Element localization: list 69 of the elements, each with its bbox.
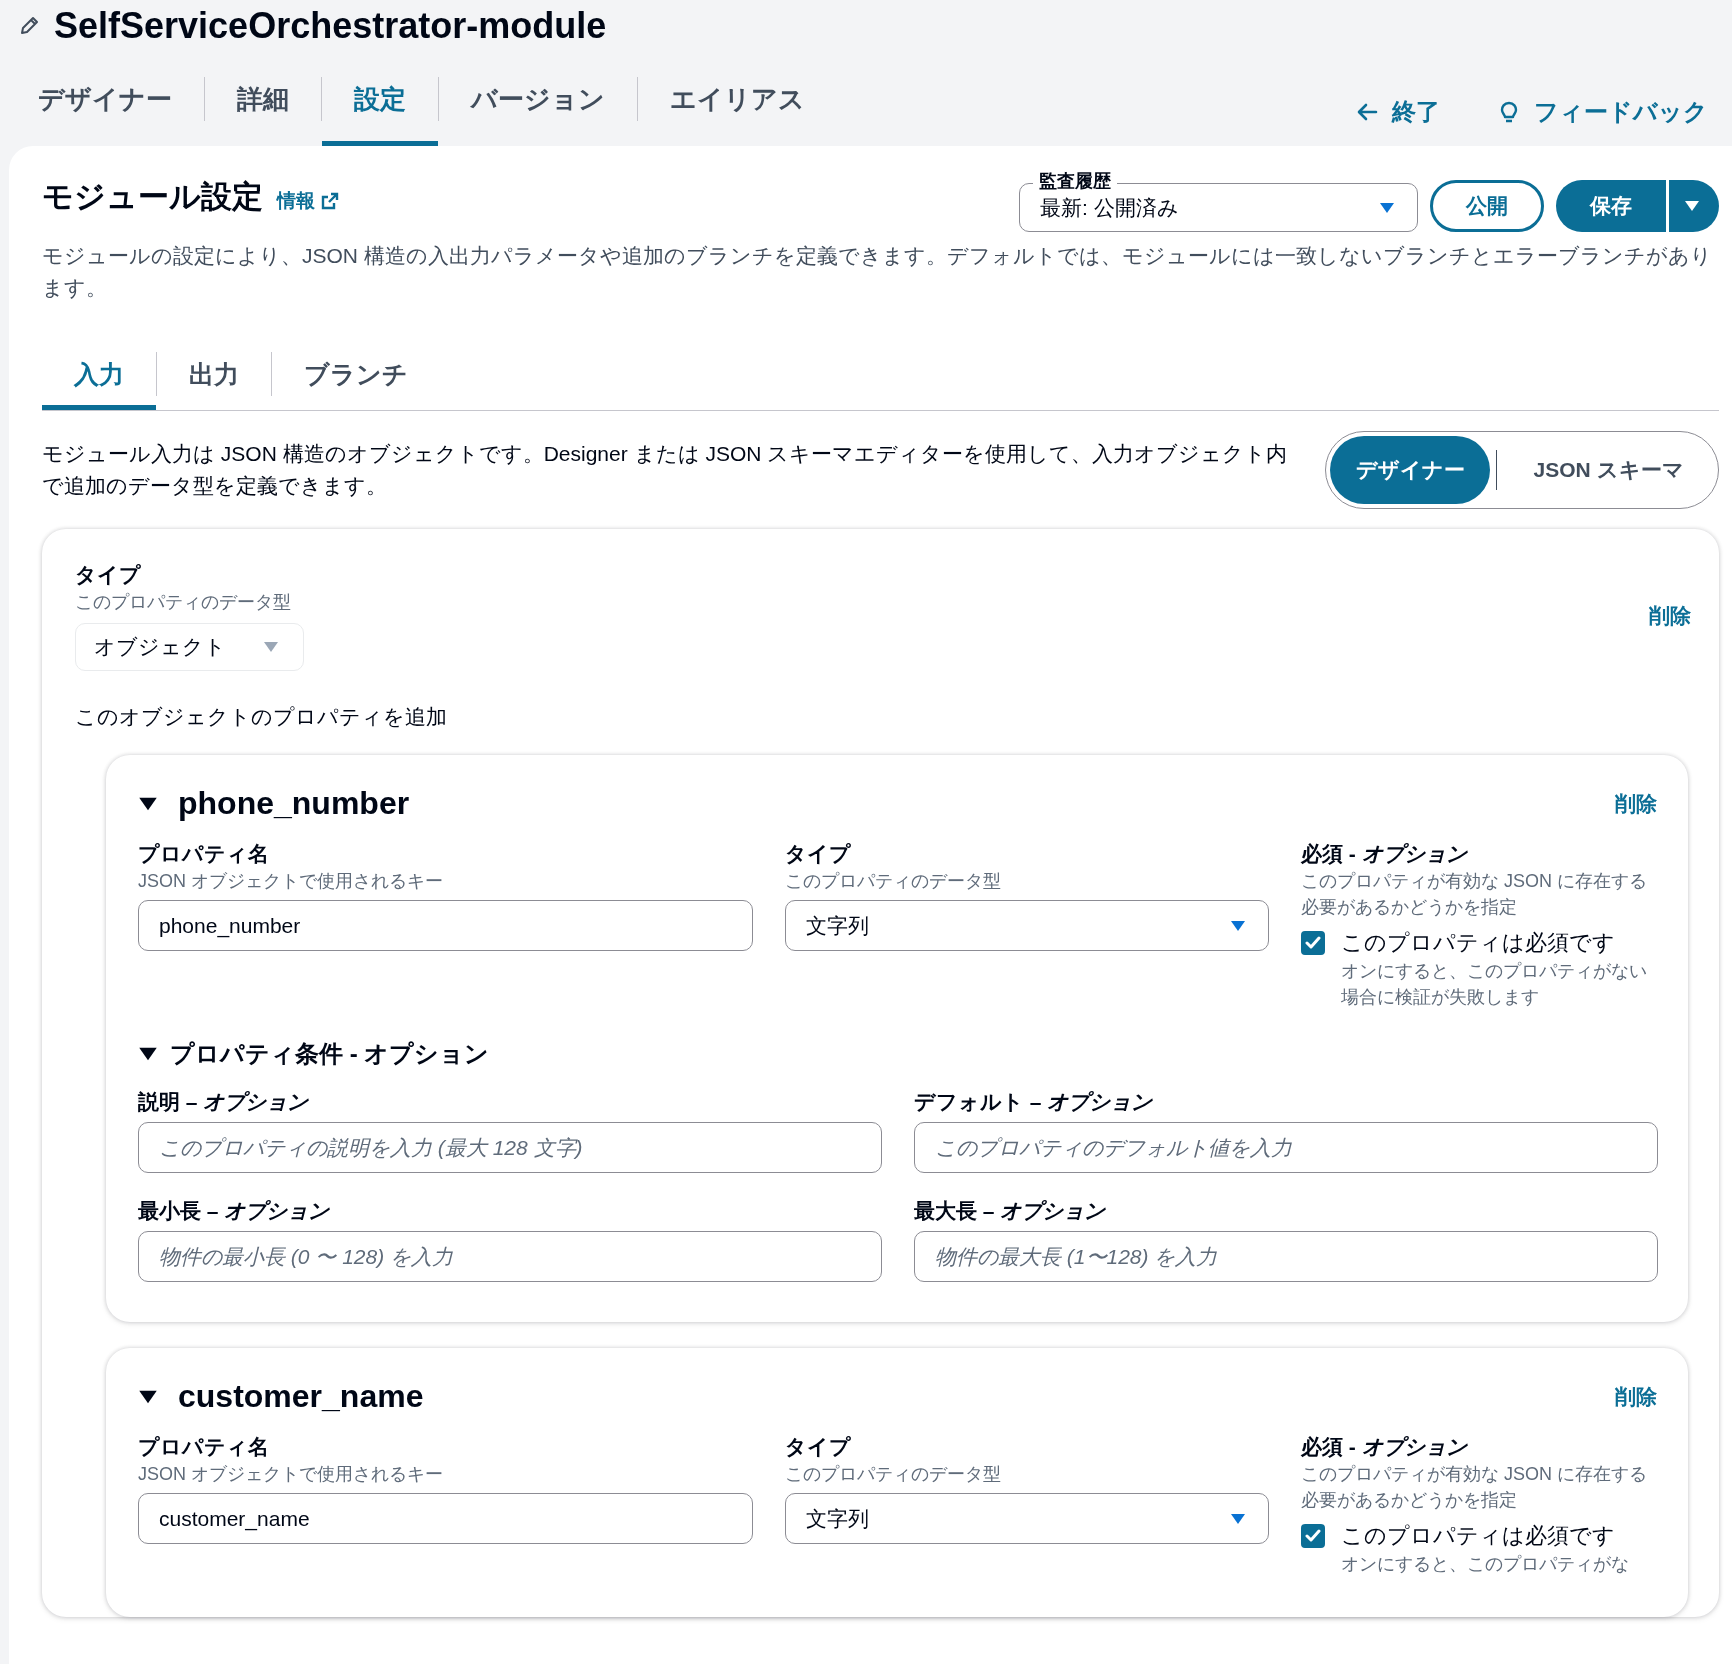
field-label: タイプ: [75, 562, 142, 588]
lightbulb-icon: [1498, 101, 1520, 123]
input-field[interactable]: 物件の最小長 (0 〜 128) を入力: [138, 1231, 882, 1282]
checkbox-label: このプロパティは必須です: [1341, 1522, 1616, 1550]
info-link[interactable]: 情報: [277, 188, 315, 214]
link[interactable]: 終了: [1392, 96, 1440, 128]
type-dropdown[interactable]: 文字列: [785, 900, 1269, 951]
field-label: 説明 – オプション: [138, 1089, 310, 1115]
input-field[interactable]: customer_name: [138, 1493, 753, 1544]
checkbox-hint: オンにすると、このプロパティがな: [1341, 1553, 1629, 1576]
description-text: モジュールの設定により、JSON 構造の入出力パラメータや追加のブランチを定義できます。デフォルトでは、モジュールには一致しないブランチとエラーブランチがあります。: [42, 243, 1713, 301]
arrow-left-icon: [1356, 101, 1378, 123]
section-label: このオブジェクトのプロパティを追加: [75, 704, 448, 730]
checkbox[interactable]: [1301, 931, 1325, 955]
tab[interactable]: バージョン: [439, 52, 637, 146]
field-label: 最大長 – オプション: [914, 1198, 1107, 1224]
input-field[interactable]: このプロパティの説明を入力 (最大 128 文字): [138, 1122, 882, 1173]
tab[interactable]: デザイナー: [24, 52, 204, 146]
tab[interactable]: ブランチ: [272, 338, 440, 410]
type-dropdown[interactable]: 文字列: [785, 1493, 1269, 1544]
tab[interactable]: 詳細: [205, 52, 321, 146]
input-field[interactable]: このプロパティのデフォルト値を入力: [914, 1122, 1658, 1173]
external-link-icon: [321, 192, 339, 210]
audit-label: 監査履歴: [1033, 169, 1117, 193]
description-text: モジュール入力は JSON 構造のオブジェクトです。Designer または JSON スキーマエディターを使用して、入力オブジェクト内で追加のデータ型を定義できます。: [42, 441, 1289, 499]
delete-link[interactable]: 削除: [1615, 1382, 1657, 1411]
field-hint: このプロパティのデータ型: [75, 591, 292, 614]
property-title[interactable]: phone_number: [178, 785, 410, 822]
delete-link[interactable]: 削除: [1615, 789, 1657, 818]
toggle-option[interactable]: デザイナー: [1330, 436, 1490, 504]
caret-icon: [1230, 1512, 1246, 1525]
link[interactable]: フィードバック: [1534, 96, 1708, 128]
checkbox[interactable]: [1301, 1524, 1325, 1548]
field-hint: このプロパティのデータ型: [785, 1463, 1002, 1486]
checkmark-icon: [1305, 1529, 1321, 1543]
tab[interactable]: 入力: [42, 338, 156, 410]
input-field[interactable]: 物件の最大長 (1〜128) を入力: [914, 1231, 1658, 1282]
field-label: プロパティ名: [138, 841, 270, 867]
field-label: デフォルト – オプション: [914, 1089, 1154, 1115]
field-label: プロパティ名: [138, 1434, 270, 1460]
save-button[interactable]: 保存: [1556, 180, 1666, 232]
field-hint: このプロパティが有効な JSON に存在する必要があるかどうかを指定: [1301, 1463, 1648, 1512]
field-label: 最小長 – オプション: [138, 1198, 331, 1224]
caret-icon: [263, 641, 279, 653]
caret-icon: [1230, 919, 1246, 932]
section-title[interactable]: プロパティ条件 - オプション: [170, 1038, 490, 1070]
field-label: タイプ: [785, 1434, 852, 1460]
pencil-icon: [18, 15, 40, 37]
page-title: SelfServiceOrchestrator-module: [54, 6, 607, 46]
toggle-option[interactable]: JSON スキーマ: [1503, 436, 1714, 504]
field-label: 必須 - オプション: [1301, 841, 1469, 867]
checkbox-hint: オンにすると、このプロパティがない場合に検証が失敗します: [1341, 960, 1648, 1009]
caret-icon: [1684, 200, 1700, 212]
field-hint: JSON オブジェクトで使用されるキー: [138, 1463, 444, 1486]
field-hint: このプロパティが有効な JSON に存在する必要があるかどうかを指定: [1301, 870, 1648, 919]
field-label: 必須 - オプション: [1301, 1434, 1469, 1460]
field-hint: このプロパティのデータ型: [785, 870, 1002, 893]
checkmark-icon: [1305, 936, 1321, 950]
field-hint: JSON オブジェクトで使用されるキー: [138, 870, 444, 893]
dropdown-button[interactable]: [1669, 180, 1719, 232]
input-field[interactable]: phone_number: [138, 900, 753, 951]
field-label: タイプ: [785, 841, 852, 867]
caret-icon: [1379, 201, 1395, 214]
section-title: モジュール設定: [42, 178, 263, 216]
property-title[interactable]: customer_name: [178, 1378, 424, 1415]
tab[interactable]: エイリアス: [638, 52, 837, 146]
checkbox-label: このプロパティは必須です: [1341, 929, 1616, 957]
tab[interactable]: 出力: [157, 338, 271, 410]
publish-button[interactable]: 公開: [1430, 180, 1544, 232]
